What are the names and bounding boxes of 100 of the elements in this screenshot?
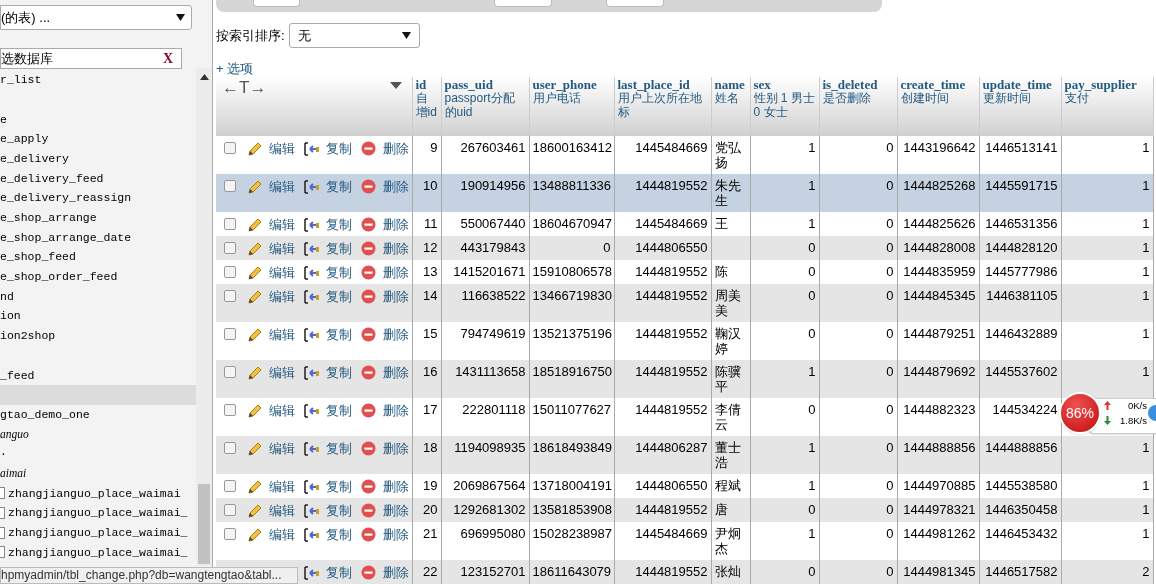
copy-icon[interactable] (304, 526, 319, 542)
sidebar-item[interactable]: zhangjianguo_place_waimai (0, 483, 196, 504)
row-checkbox[interactable] (224, 180, 236, 192)
edit-link[interactable]: 编辑 (269, 402, 295, 418)
edit-link[interactable]: 编辑 (269, 440, 295, 456)
copy-link[interactable]: 复制 (326, 440, 352, 456)
column-header[interactable]: pass_uid (444, 78, 493, 91)
sidebar-item[interactable]: e_shop_arrange (0, 207, 196, 228)
row-checkbox[interactable] (224, 328, 236, 340)
copy-icon[interactable] (304, 178, 319, 194)
delete-link[interactable]: 删除 (383, 216, 409, 232)
sidebar-item[interactable]: zhangjianguo_place_waimai_ (0, 522, 196, 543)
sidebar-item[interactable]: r_list (0, 70, 196, 90)
column-header[interactable]: is_deleted (822, 78, 878, 91)
pencil-icon[interactable] (247, 140, 262, 156)
sort-menu-icon[interactable] (389, 82, 402, 89)
copy-link[interactable]: 复制 (326, 216, 352, 232)
delete-icon[interactable] (361, 564, 376, 580)
pencil-icon[interactable] (247, 526, 262, 542)
row-checkbox[interactable] (224, 142, 236, 154)
delete-link[interactable]: 删除 (383, 402, 409, 418)
table-row[interactable]: 编辑 复制 删除 18 1194098935 18618493849 1444806287 董士浩 1 0 1444888856 1444888856 1 (216, 436, 1153, 474)
table-row[interactable]: 编辑 复制 删除 21 696995080 15028238987 1445484669 尹炯杰 1 0 1444981262 1446453432 1 (216, 522, 1153, 560)
delete-link[interactable]: 删除 (383, 478, 409, 494)
pencil-icon[interactable] (247, 364, 262, 380)
delete-icon[interactable] (361, 140, 376, 156)
copy-link[interactable]: 复制 (326, 264, 352, 280)
edit-link[interactable]: 编辑 (269, 326, 295, 342)
sidebar-item[interactable]: e_shop_feed (0, 247, 196, 267)
pencil-icon[interactable] (247, 478, 262, 494)
delete-icon[interactable] (361, 326, 376, 342)
table-row[interactable]: 编辑 复制 删除 9 267603461 18600163412 1445484669 党弘扬 1 0 1443196642 1446513141 1 (216, 136, 1153, 174)
copy-icon[interactable] (304, 240, 319, 256)
delete-link[interactable]: 删除 (383, 502, 409, 518)
delete-link[interactable]: 删除 (383, 240, 409, 256)
pencil-icon[interactable] (247, 178, 262, 194)
copy-icon[interactable] (304, 326, 319, 342)
copy-link[interactable]: 复制 (326, 364, 352, 380)
scroll-up-icon[interactable] (199, 74, 209, 80)
table-row[interactable]: 编辑 复制 删除 11 550067440 18604670947 1445484669 王 1 0 1444825626 1446531356 1 (216, 212, 1153, 236)
delete-icon[interactable] (361, 364, 376, 380)
column-header[interactable]: last_place_id (617, 78, 690, 91)
delete-icon[interactable] (361, 526, 376, 542)
pencil-icon[interactable] (247, 240, 262, 256)
copy-icon[interactable] (304, 140, 319, 156)
pencil-icon[interactable] (247, 216, 262, 232)
edit-link[interactable]: 编辑 (269, 526, 295, 542)
pencil-icon[interactable] (247, 402, 262, 418)
pencil-icon[interactable] (247, 440, 262, 456)
edit-link[interactable]: 编辑 (269, 178, 295, 194)
column-header[interactable]: id (415, 78, 427, 91)
edit-link[interactable]: 编辑 (269, 364, 295, 380)
database-select[interactable]: (的表) ... (0, 5, 192, 30)
copy-link[interactable]: 复制 (326, 502, 352, 518)
copy-link[interactable]: 复制 (326, 526, 352, 542)
delete-link[interactable]: 删除 (383, 140, 409, 156)
column-header[interactable]: update_time (982, 78, 1052, 91)
row-checkbox[interactable] (224, 290, 236, 302)
sidebar-item[interactable]: gtao_demo_one (0, 404, 196, 425)
column-header[interactable]: name (714, 78, 745, 91)
copy-link[interactable]: 复制 (326, 178, 352, 194)
copy-icon[interactable] (304, 440, 319, 456)
delete-link[interactable]: 删除 (383, 564, 409, 580)
row-checkbox[interactable] (224, 266, 236, 278)
table-row[interactable]: 编辑 复制 删除 14 116638522 13466719830 1444819552 周美美 0 0 1444845345 1446381105 1 (216, 284, 1153, 322)
delete-icon[interactable] (361, 216, 376, 232)
sidebar-item[interactable]: e_delivery (0, 148, 196, 169)
sidebar-item[interactable]: _feed (0, 365, 196, 385)
edit-link[interactable]: 编辑 (269, 240, 295, 256)
delete-icon[interactable] (361, 178, 376, 194)
copy-link[interactable]: 复制 (326, 402, 352, 418)
copy-icon[interactable] (304, 364, 319, 380)
edit-link[interactable]: 编辑 (269, 288, 295, 304)
row-checkbox[interactable] (224, 242, 236, 254)
delete-icon[interactable] (361, 502, 376, 518)
sidebar-item[interactable]: ion2shop (0, 325, 196, 346)
scrollbar[interactable] (196, 68, 212, 566)
filter-field[interactable]: 选数据库 X (0, 48, 182, 69)
sidebar-item[interactable]: zhangjianguo_place_waimai_ (0, 542, 196, 563)
copy-link[interactable]: 复制 (326, 326, 352, 342)
edit-link[interactable]: 编辑 (269, 140, 295, 156)
edit-link[interactable]: 编辑 (269, 478, 295, 494)
sidebar-item[interactable]: e_apply (0, 129, 196, 149)
sidebar-item[interactable]: e_shop_arrange_date (0, 227, 196, 248)
table-row[interactable]: 编辑 复制 删除 10 190914956 13488811336 1444819552 朱先生 1 0 1444825268 1445591715 1 (216, 174, 1153, 212)
sort-select[interactable]: 无 (288, 23, 420, 48)
sidebar-item[interactable]: nd (0, 286, 196, 307)
scrollbar-thumb[interactable] (198, 484, 210, 564)
pencil-icon[interactable] (247, 264, 262, 280)
delete-icon[interactable] (361, 240, 376, 256)
table-row[interactable]: 编辑 复制 删除 15 794749619 13521375196 1444819552 鞠汉婷 0 0 1444879251 1446432889 1 (216, 322, 1153, 360)
pencil-icon[interactable] (247, 288, 262, 304)
delete-link[interactable]: 删除 (383, 326, 409, 342)
delete-icon[interactable] (361, 288, 376, 304)
column-header[interactable]: sex (753, 78, 771, 91)
edit-link[interactable]: 编辑 (269, 502, 295, 518)
copy-link[interactable]: 复制 (326, 288, 352, 304)
pencil-icon[interactable] (247, 502, 262, 518)
row-checkbox[interactable] (224, 218, 236, 230)
copy-icon[interactable] (304, 402, 319, 418)
